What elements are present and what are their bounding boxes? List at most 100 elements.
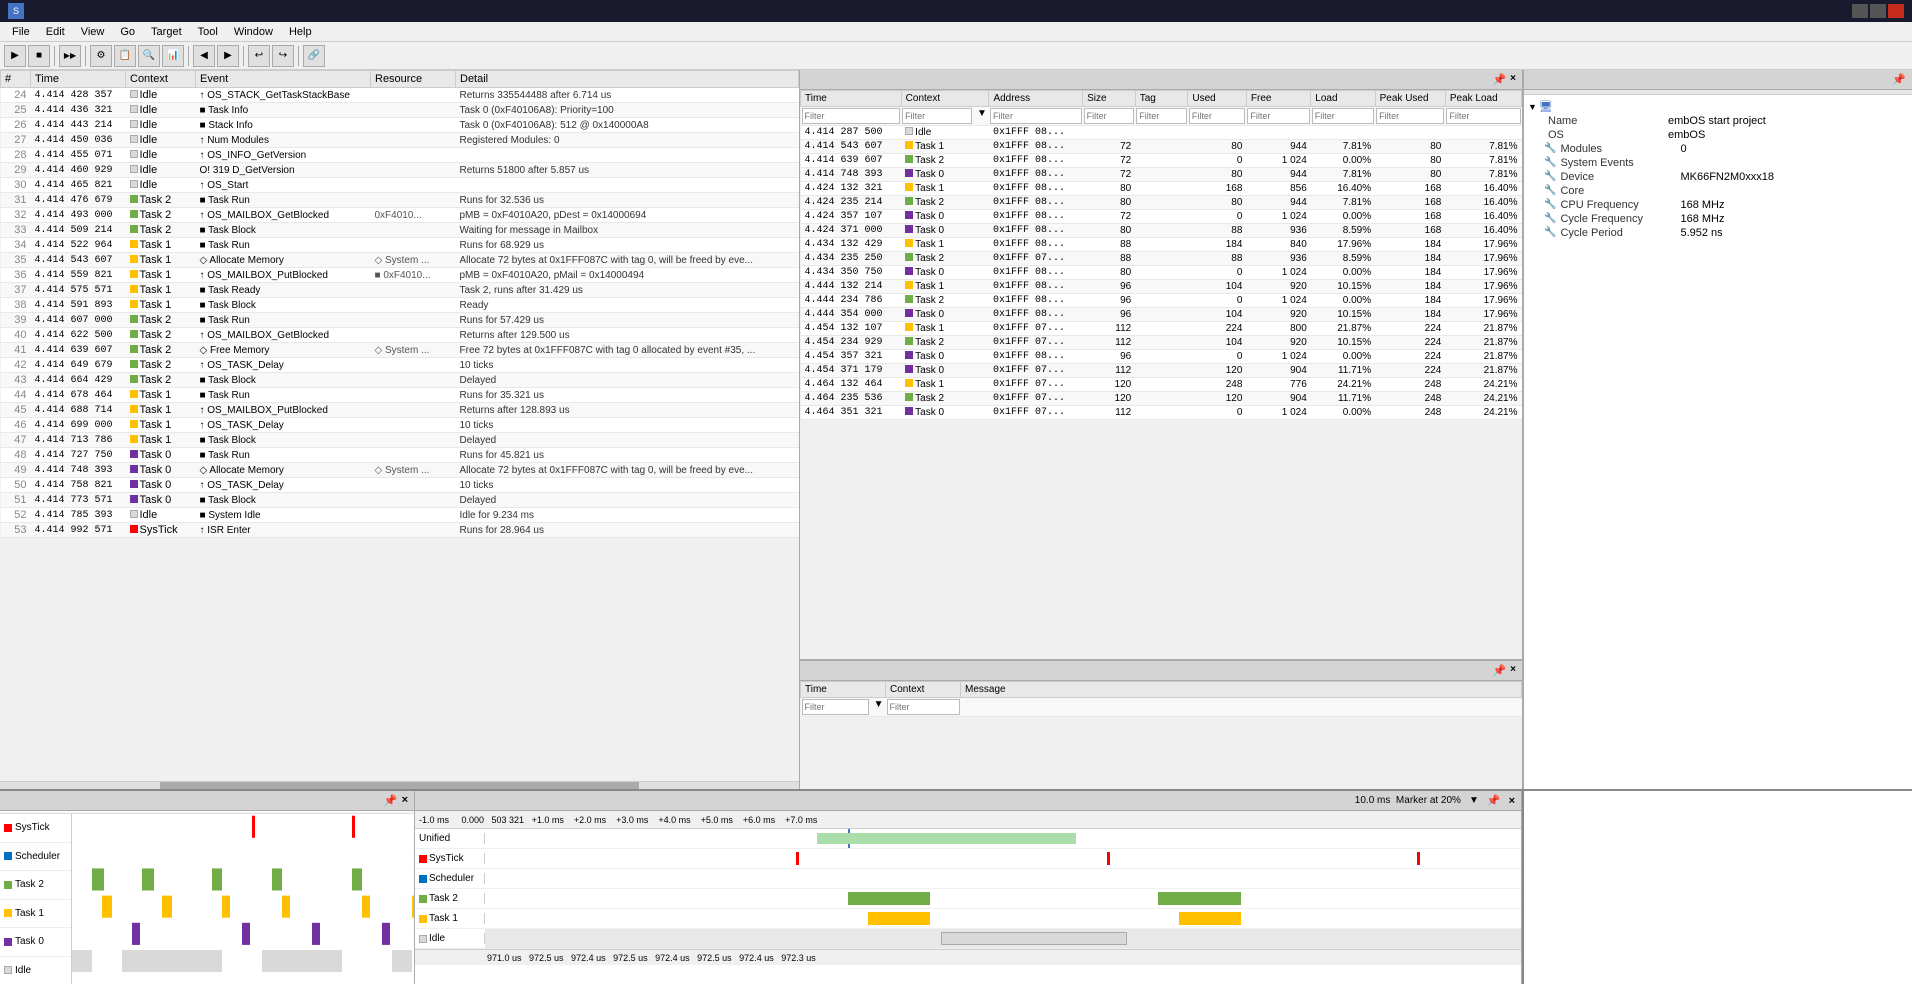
heap-row[interactable]: 4.424 357 107 Task 0 0x1FFF 08... 72 0 1… xyxy=(801,210,1522,224)
heap-row[interactable]: 4.464 351 321 Task 0 0x1FFF 07... 112 0 … xyxy=(801,406,1522,420)
event-row[interactable]: 30 4.414 465 821 Idle ↑ OS_Start xyxy=(1,178,799,193)
toolbar-btn-4[interactable]: ⚙ xyxy=(90,45,112,67)
event-row[interactable]: 40 4.414 622 500 Task 2 ↑ OS_MAILBOX_Get… xyxy=(1,328,799,343)
close-button[interactable] xyxy=(1888,4,1904,18)
heap-filter-tag[interactable] xyxy=(1136,108,1187,124)
event-row[interactable]: 28 4.414 455 071 Idle ↑ OS_INFO_GetVersi… xyxy=(1,148,799,163)
menu-item-file[interactable]: File xyxy=(4,24,38,40)
event-row[interactable]: 32 4.414 493 000 Task 2 ↑ OS_MAILBOX_Get… xyxy=(1,208,799,223)
heap-row[interactable]: 4.414 543 607 Task 1 0x1FFF 08... 72 80 … xyxy=(801,140,1522,154)
toolbar-btn-9[interactable]: ▶ xyxy=(217,45,239,67)
heap-filter-pkload[interactable] xyxy=(1446,108,1520,124)
event-row[interactable]: 44 4.414 678 464 Task 1 ■ Task Run Runs … xyxy=(1,388,799,403)
toolbar-btn-10[interactable]: ↩ xyxy=(248,45,270,67)
toolbar-btn-2[interactable]: ■ xyxy=(28,45,50,67)
heap-filter-size[interactable] xyxy=(1084,108,1135,124)
system-body[interactable]: ▼ 🖥 Name embOS start project OS embOS 🔧 … xyxy=(1524,95,1912,789)
toolbar-btn-3[interactable]: ▶▶ xyxy=(59,45,81,67)
event-row[interactable]: 53 4.414 992 571 SysTick ↑ ISR Enter Run… xyxy=(1,523,799,538)
menu-item-edit[interactable]: Edit xyxy=(38,24,73,40)
toolbar-btn-1[interactable]: ▶ xyxy=(4,45,26,67)
event-row[interactable]: 27 4.414 450 036 Idle ↑ Num Modules Regi… xyxy=(1,133,799,148)
event-row[interactable]: 25 4.414 436 321 Idle ■ Task Info Task 0… xyxy=(1,103,799,118)
event-row[interactable]: 47 4.414 713 786 Task 1 ■ Task Block Del… xyxy=(1,433,799,448)
heap-filter-context[interactable] xyxy=(902,108,972,124)
menu-item-window[interactable]: Window xyxy=(226,24,281,40)
system-pin-icon[interactable]: 📌 xyxy=(1892,73,1906,86)
terminal-filter-time[interactable] xyxy=(802,699,869,715)
terminal-table-wrap[interactable]: Time Context Message ▼ xyxy=(800,681,1522,789)
toolbar-btn-8[interactable]: ◀ xyxy=(193,45,215,67)
toolbar-btn-12[interactable]: 🔗 xyxy=(303,45,325,67)
heap-filter-context-dropdown[interactable]: ▼ xyxy=(977,108,987,119)
terminal-filter-context[interactable] xyxy=(887,699,960,715)
minimize-button[interactable] xyxy=(1852,4,1868,18)
event-row[interactable]: 34 4.414 522 964 Task 1 ■ Task Run Runs … xyxy=(1,238,799,253)
heap-row[interactable]: 4.454 357 321 Task 0 0x1FFF 08... 96 0 1… xyxy=(801,350,1522,364)
heap-filter-peak[interactable] xyxy=(1376,108,1444,124)
terminal-pin-icon[interactable]: 📌 xyxy=(1492,664,1506,677)
heap-filter-free[interactable] xyxy=(1247,108,1309,124)
event-row[interactable]: 51 4.414 773 571 Task 0 ■ Task Block Del… xyxy=(1,493,799,508)
heap-row[interactable]: 4.454 234 929 Task 2 0x1FFF 07... 112 10… xyxy=(801,336,1522,350)
heap-row[interactable]: 4.444 354 000 Task 0 0x1FFF 08... 96 104… xyxy=(801,308,1522,322)
heap-row[interactable]: 4.434 350 750 Task 0 0x1FFF 08... 80 0 1… xyxy=(801,266,1522,280)
heap-row[interactable]: 4.454 132 107 Task 1 0x1FFF 07... 112 22… xyxy=(801,322,1522,336)
toolbar-btn-7[interactable]: 📊 xyxy=(162,45,184,67)
events-scroll[interactable]: # Time Context Event Resource Detail 24 … xyxy=(0,70,799,781)
event-row[interactable]: 49 4.414 748 393 Task 0 ◇ Allocate Memor… xyxy=(1,463,799,478)
event-row[interactable]: 50 4.414 758 821 Task 0 ↑ OS_TASK_Delay … xyxy=(1,478,799,493)
events-hscroll[interactable] xyxy=(0,781,799,789)
event-row[interactable]: 37 4.414 575 571 Task 1 ■ Task Ready Tas… xyxy=(1,283,799,298)
event-row[interactable]: 42 4.414 649 679 Task 2 ↑ OS_TASK_Delay … xyxy=(1,358,799,373)
event-row[interactable]: 31 4.414 476 679 Task 2 ■ Task Run Runs … xyxy=(1,193,799,208)
menu-item-view[interactable]: View xyxy=(73,24,113,40)
cpu-load-pin[interactable]: 📌 xyxy=(384,794,398,807)
menu-item-help[interactable]: Help xyxy=(281,24,320,40)
toolbar-btn-6[interactable]: 🔍 xyxy=(138,45,160,67)
heap-close-button[interactable]: × xyxy=(1510,73,1516,86)
event-row[interactable]: 26 4.414 443 214 Idle ■ Stack Info Task … xyxy=(1,118,799,133)
heap-row[interactable]: 4.434 235 250 Task 2 0x1FFF 07... 88 88 … xyxy=(801,252,1522,266)
heap-filter-address[interactable] xyxy=(990,108,1082,124)
cpu-load-close[interactable]: × xyxy=(402,794,408,807)
heap-row[interactable]: 4.434 132 429 Task 1 0x1FFF 08... 88 184… xyxy=(801,238,1522,252)
event-row[interactable]: 39 4.414 607 000 Task 2 ■ Task Run Runs … xyxy=(1,313,799,328)
terminal-filter-time-dropdown[interactable]: ▼ xyxy=(874,699,884,710)
event-row[interactable]: 36 4.414 559 821 Task 1 ↑ OS_MAILBOX_Put… xyxy=(1,268,799,283)
timeline-pin[interactable]: 📌 xyxy=(1487,794,1501,807)
heap-filter-load[interactable] xyxy=(1312,108,1374,124)
heap-row[interactable]: 4.424 132 321 Task 1 0x1FFF 08... 80 168… xyxy=(801,182,1522,196)
terminal-close-button[interactable]: × xyxy=(1510,664,1516,677)
menu-item-target[interactable]: Target xyxy=(143,24,190,40)
heap-filter-time[interactable] xyxy=(802,108,901,124)
event-row[interactable]: 24 4.414 428 357 Idle ↑ OS_STACK_GetTask… xyxy=(1,88,799,103)
event-row[interactable]: 45 4.414 688 714 Task 1 ↑ OS_MAILBOX_Put… xyxy=(1,403,799,418)
toolbar-btn-5[interactable]: 📋 xyxy=(114,45,136,67)
heap-filter-used[interactable] xyxy=(1189,108,1246,124)
timeline-dropdown[interactable]: ▼ xyxy=(1469,795,1479,806)
event-row[interactable]: 41 4.414 639 607 Task 2 ◇ Free Memory ◇ … xyxy=(1,343,799,358)
heap-row[interactable]: 4.424 371 000 Task 0 0x1FFF 08... 80 88 … xyxy=(801,224,1522,238)
heap-row[interactable]: 4.414 639 607 Task 2 0x1FFF 08... 72 0 1… xyxy=(801,154,1522,168)
timeline-close[interactable]: × xyxy=(1509,795,1515,807)
event-row[interactable]: 33 4.414 509 214 Task 2 ■ Task Block Wai… xyxy=(1,223,799,238)
heap-row[interactable]: 4.464 235 536 Task 2 0x1FFF 07... 120 12… xyxy=(801,392,1522,406)
heap-row[interactable]: 4.414 748 393 Task 0 0x1FFF 08... 72 80 … xyxy=(801,168,1522,182)
toolbar-btn-11[interactable]: ↪ xyxy=(272,45,294,67)
event-row[interactable]: 46 4.414 699 000 Task 1 ↑ OS_TASK_Delay … xyxy=(1,418,799,433)
target-system-item[interactable]: ▼ 🖥 xyxy=(1528,99,1908,114)
heap-table-scroll[interactable]: Time Context Address Size Tag Used Free … xyxy=(800,90,1522,659)
heap-row[interactable]: 4.454 371 179 Task 0 0x1FFF 07... 112 12… xyxy=(801,364,1522,378)
heap-row[interactable]: 4.414 287 500 Idle 0x1FFF 08... xyxy=(801,126,1522,140)
event-row[interactable]: 48 4.414 727 750 Task 0 ■ Task Run Runs … xyxy=(1,448,799,463)
menu-item-tool[interactable]: Tool xyxy=(190,24,226,40)
event-row[interactable]: 43 4.414 664 429 Task 2 ■ Task Block Del… xyxy=(1,373,799,388)
event-row[interactable]: 52 4.414 785 393 Idle ■ System Idle Idle… xyxy=(1,508,799,523)
event-row[interactable]: 35 4.414 543 607 Task 1 ◇ Allocate Memor… xyxy=(1,253,799,268)
event-row[interactable]: 29 4.414 460 929 Idle O! 319 D_GetVersio… xyxy=(1,163,799,178)
heap-row[interactable]: 4.444 234 786 Task 2 0x1FFF 08... 96 0 1… xyxy=(801,294,1522,308)
heap-row[interactable]: 4.424 235 214 Task 2 0x1FFF 08... 80 80 … xyxy=(801,196,1522,210)
heap-row[interactable]: 4.464 132 464 Task 1 0x1FFF 07... 120 24… xyxy=(801,378,1522,392)
heap-pin-icon[interactable]: 📌 xyxy=(1492,73,1506,86)
